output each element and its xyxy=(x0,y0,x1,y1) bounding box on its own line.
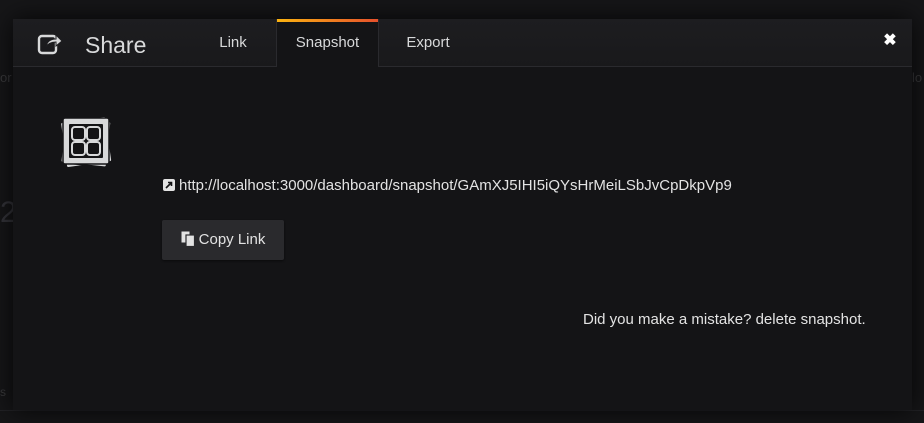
share-modal: Share Link Snapshot Export ✖ http://loca… xyxy=(13,19,912,410)
close-button[interactable]: ✖ xyxy=(882,32,898,50)
backdrop-fragment: s xyxy=(0,385,6,399)
copy-link-label: Copy Link xyxy=(198,231,266,248)
copy-link-button[interactable]: Copy Link xyxy=(162,220,284,260)
modal-title: Share xyxy=(85,32,147,58)
tab-snapshot[interactable]: Snapshot xyxy=(276,19,379,67)
modal-header: Share Link Snapshot Export ✖ xyxy=(13,19,912,67)
delete-snapshot-row: Did you make a mistake? delete snapshot. xyxy=(583,311,866,328)
snapshot-url-row: http://localhost:3000/dashboard/snapshot… xyxy=(163,176,732,196)
tab-export[interactable]: Export xyxy=(398,19,458,66)
delete-prompt-text: Did you make a mistake? xyxy=(583,311,756,328)
copy-icon xyxy=(181,223,195,248)
snapshot-url-link[interactable]: http://localhost:3000/dashboard/snapshot… xyxy=(179,177,732,194)
tab-link[interactable]: Link xyxy=(210,19,256,66)
external-link-icon xyxy=(163,179,175,191)
snapshot-images-icon xyxy=(58,112,114,170)
close-icon: ✖ xyxy=(883,32,897,49)
share-icon xyxy=(37,31,63,55)
backdrop-fragment: lo xyxy=(912,70,923,85)
backdrop-fragment: or xyxy=(0,70,12,85)
delete-snapshot-link[interactable]: delete snapshot. xyxy=(756,311,866,328)
backdrop-divider xyxy=(0,410,924,411)
